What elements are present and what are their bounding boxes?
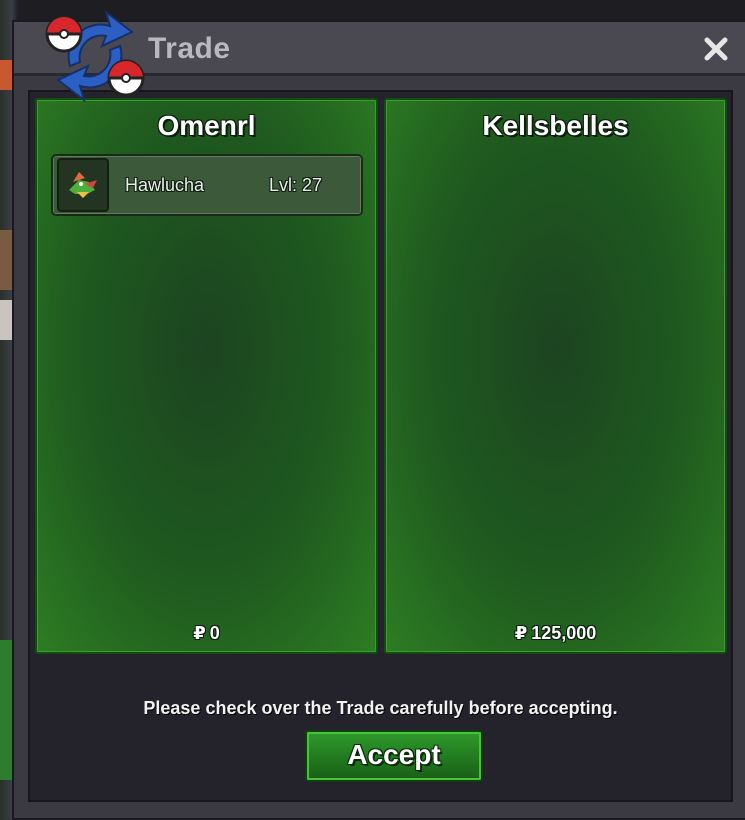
pokemon-slot[interactable]: Hawlucha Lvl: 27	[51, 154, 363, 216]
trade-window: Trade Omenrl Hawlucha Lvl: 27 ₽ 0 Kellsb…	[12, 9, 745, 820]
window-title: Trade	[148, 32, 231, 65]
hawlucha-sprite-icon	[57, 158, 109, 212]
right-money-amount: 125,000	[531, 623, 597, 643]
right-money: ₽125,000	[386, 623, 725, 644]
left-money-amount: 0	[209, 623, 220, 643]
pokedollar-icon: ₽	[193, 623, 206, 643]
accept-button[interactable]: Accept	[305, 730, 483, 782]
close-icon[interactable]	[701, 34, 731, 64]
left-offer-panel: Omenrl Hawlucha Lvl: 27 ₽0	[35, 98, 378, 654]
left-player-name: Omenrl	[157, 110, 256, 141]
trade-notice: Please check over the Trade carefully be…	[143, 698, 618, 718]
right-offer-panel: Kellsbelles ₽125,000	[384, 98, 727, 654]
trade-content: Omenrl Hawlucha Lvl: 27 ₽0 Kellsbelles ₽…	[28, 90, 733, 802]
pokemon-name: Hawlucha	[125, 175, 205, 195]
pokemon-level: Lvl: 27	[269, 175, 323, 195]
right-player-name: Kellsbelles	[482, 110, 629, 141]
left-money: ₽0	[37, 623, 376, 644]
pokedollar-icon: ₽	[514, 623, 528, 643]
trade-logo-icon	[40, 2, 150, 112]
